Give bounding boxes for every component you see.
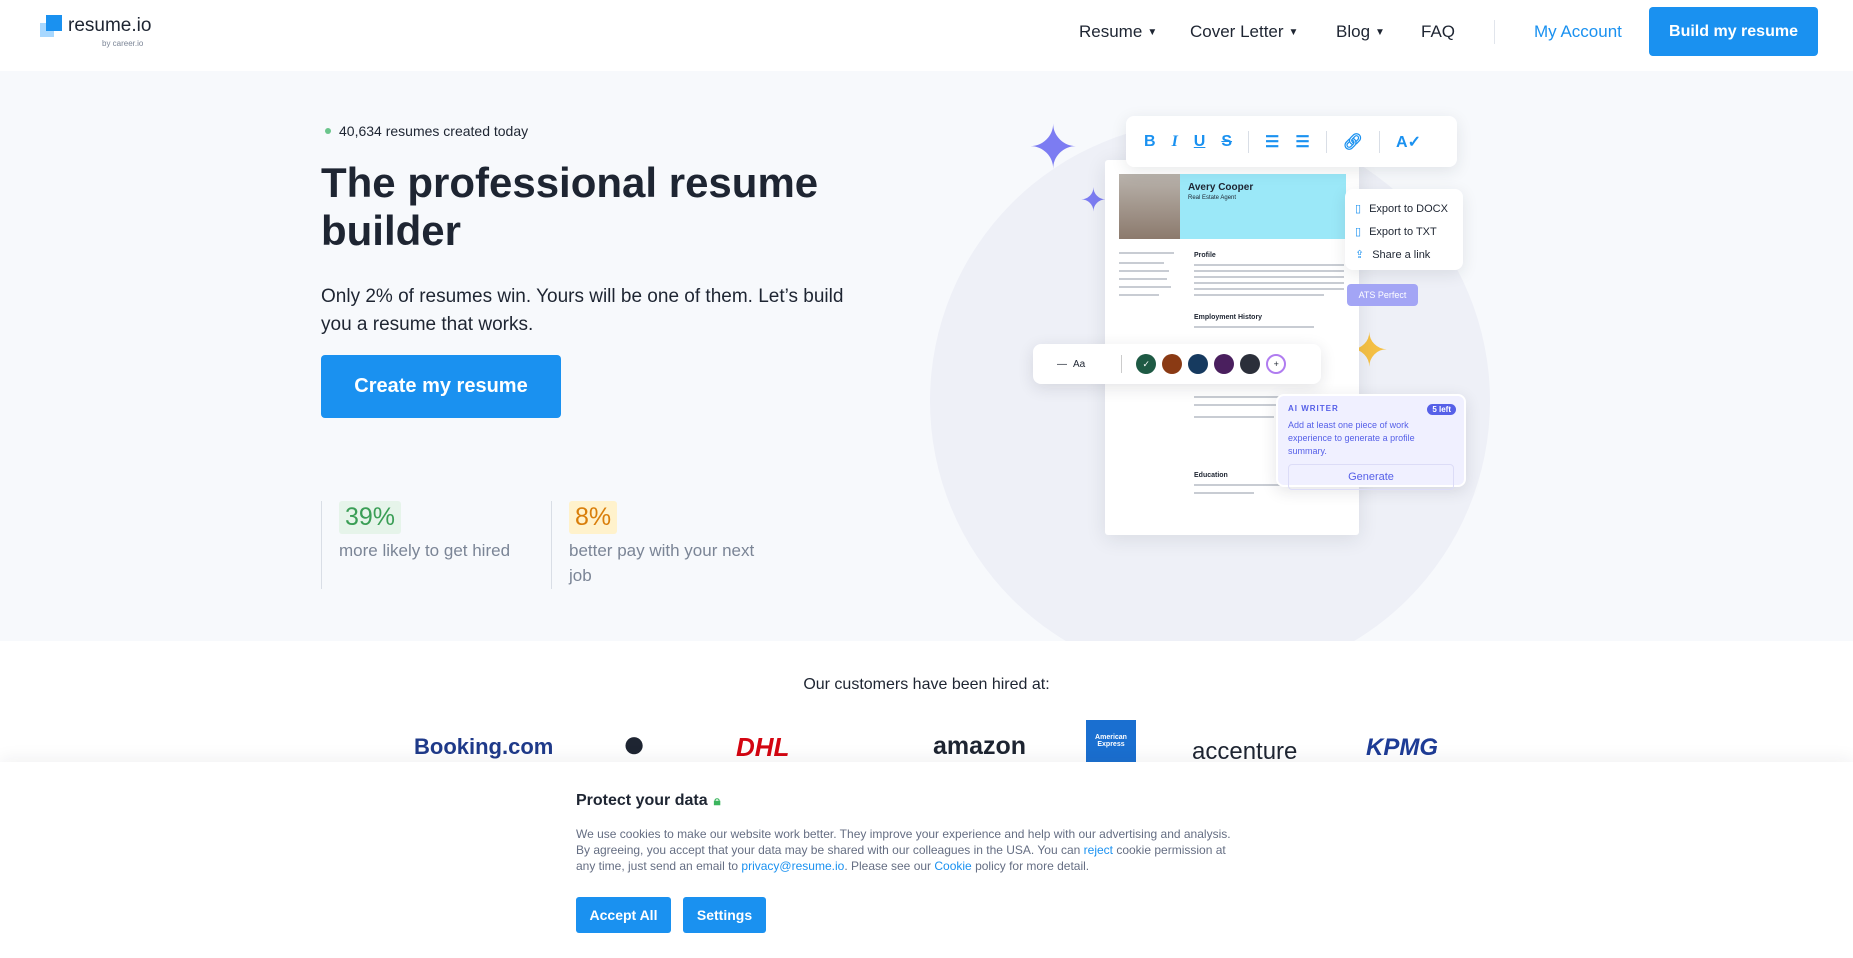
customers-heading: Our customers have been hired at: (803, 676, 1050, 693)
nav-label: Cover Letter (1190, 22, 1284, 41)
badge-text: 40,634 resumes created today (339, 123, 529, 139)
bullet-list-icon: ☰ (1295, 133, 1310, 151)
stat-value: 39% (339, 501, 402, 534)
ai-writer-panel: AI WRITER 5 left Add at least one piece … (1276, 394, 1466, 490)
italic-icon: I (1171, 132, 1178, 150)
resume-section: Profile (1194, 252, 1216, 259)
create-resume-button[interactable]: Create my resume (321, 355, 561, 418)
resume-section: Employment History (1194, 314, 1263, 321)
hero-subtitle: Only 2% of resumes win. Yours will be on… (321, 286, 844, 335)
color-swatch (1188, 354, 1209, 374)
ats-perfect-badge: ATS Perfect (1347, 284, 1418, 306)
nav-label: FAQ (1421, 22, 1456, 41)
customer-logos: Booking.com ● DHL amazon American Expres… (0, 718, 1853, 766)
nav-divider (1494, 20, 1495, 44)
minus-icon: — (1057, 358, 1067, 370)
document-icon: ▯ (1355, 226, 1362, 238)
color-swatch (1240, 354, 1261, 374)
chevron-down-icon: ▼ (1288, 27, 1299, 38)
accept-all-button[interactable]: Accept All (576, 897, 671, 933)
bold-icon: B (1144, 132, 1156, 150)
profile-photo (1119, 174, 1180, 239)
build-resume-button[interactable]: Build my resume (1649, 7, 1818, 56)
ai-credits-badge: 5 left (1427, 404, 1456, 415)
font-label: Aa (1073, 358, 1086, 370)
chevron-down-icon: ▼ (1375, 27, 1385, 38)
cookie-text: We use cookies to make our website work … (576, 827, 1231, 873)
share-icon: ⇪ (1355, 249, 1365, 261)
lock-icon: 🔒︎ (713, 793, 721, 808)
color-swatch (1214, 354, 1235, 374)
apple-logo: ● (622, 722, 647, 766)
status-dot-icon (325, 128, 331, 134)
nav-label: Blog (1336, 22, 1371, 41)
design-toolbar: — Aa ✓ + (1033, 344, 1321, 384)
resumes-created-badge: 40,634 resumes created today (325, 123, 528, 139)
resume-section: Education (1194, 472, 1228, 479)
sparkle-icon: ✦ (1028, 114, 1079, 181)
nav-cover-letter[interactable]: Cover Letter ▼ (1190, 22, 1298, 42)
ai-message: Add at least one piece of work experienc… (1288, 420, 1415, 456)
amazon-logo: amazon (933, 732, 1027, 760)
dhl-logo: DHL (736, 732, 790, 762)
amex-logo: American Express (1086, 720, 1136, 762)
stat-value: 8% (569, 501, 618, 534)
cookie-policy-link[interactable]: Cookie (934, 859, 971, 873)
logo-icon (40, 15, 62, 39)
link-icon: 🔗︎ (1342, 133, 1364, 151)
nav-blog[interactable]: Blog ▼ (1336, 22, 1385, 42)
logo-text: resume.io (68, 15, 152, 36)
hero-section: 40,634 resumes created today The profess… (0, 71, 1853, 641)
nav-resume[interactable]: Resume ▼ (1079, 22, 1157, 42)
privacy-email-link[interactable]: privacy@resume.io (741, 859, 844, 873)
underline-icon: U (1193, 132, 1206, 150)
format-toolbar: B I U S ☰ ☰ 🔗︎ A✓ (1126, 116, 1457, 167)
booking-logo: Booking.com (414, 734, 554, 759)
stat-label: better pay with your next job (569, 541, 755, 585)
page-title: The professional resume builder (321, 159, 819, 254)
cookie-title: Protect your data 🔒︎ (576, 792, 721, 809)
share-link: ⇪ Share a link (1355, 248, 1431, 262)
export-docx: ▯ Export to DOCX (1355, 202, 1448, 216)
stat-hired: 39% more likely to get hired (321, 501, 541, 589)
kpmg-logo: KPMG (1366, 734, 1438, 761)
generate-button: Generate (1288, 464, 1454, 490)
color-swatch-selected: ✓ (1136, 354, 1157, 374)
color-swatch (1162, 354, 1183, 374)
numbered-list-icon: ☰ (1265, 133, 1280, 151)
nav-faq[interactable]: FAQ (1421, 22, 1455, 42)
sparkle-icon: ✦ (1080, 182, 1107, 218)
chevron-down-icon: ▼ (1147, 27, 1158, 38)
strikethrough-icon: S (1221, 132, 1233, 150)
resume-role: Real Estate Agent (1188, 195, 1237, 201)
stat-pay: 8% better pay with your next job (551, 501, 771, 589)
spellcheck-icon: A✓ (1396, 133, 1421, 151)
export-menu: ▯ Export to DOCX ▯ Export to TXT ⇪ Share a … (1345, 189, 1463, 270)
cookie-banner: Protect your data 🔒︎ We use cookies to ma… (0, 762, 1853, 958)
reject-link[interactable]: reject (1084, 843, 1113, 857)
nav-label: Resume (1079, 22, 1143, 41)
add-color-icon: + (1266, 354, 1287, 374)
resume-name: Avery Cooper (1188, 182, 1254, 193)
top-nav: resume.io by career.io Resume ▼ Cover Let… (0, 0, 1853, 71)
logo-subtext: by career.io (102, 39, 144, 48)
stat-label: more likely to get hired (339, 541, 511, 560)
export-txt: ▯ Export to TXT (1355, 225, 1437, 239)
my-account-link[interactable]: My Account (1534, 22, 1622, 42)
settings-button[interactable]: Settings (683, 897, 766, 933)
document-icon: ▯ (1355, 203, 1362, 215)
resume-header: Avery Cooper Real Estate Agent (1180, 174, 1346, 239)
